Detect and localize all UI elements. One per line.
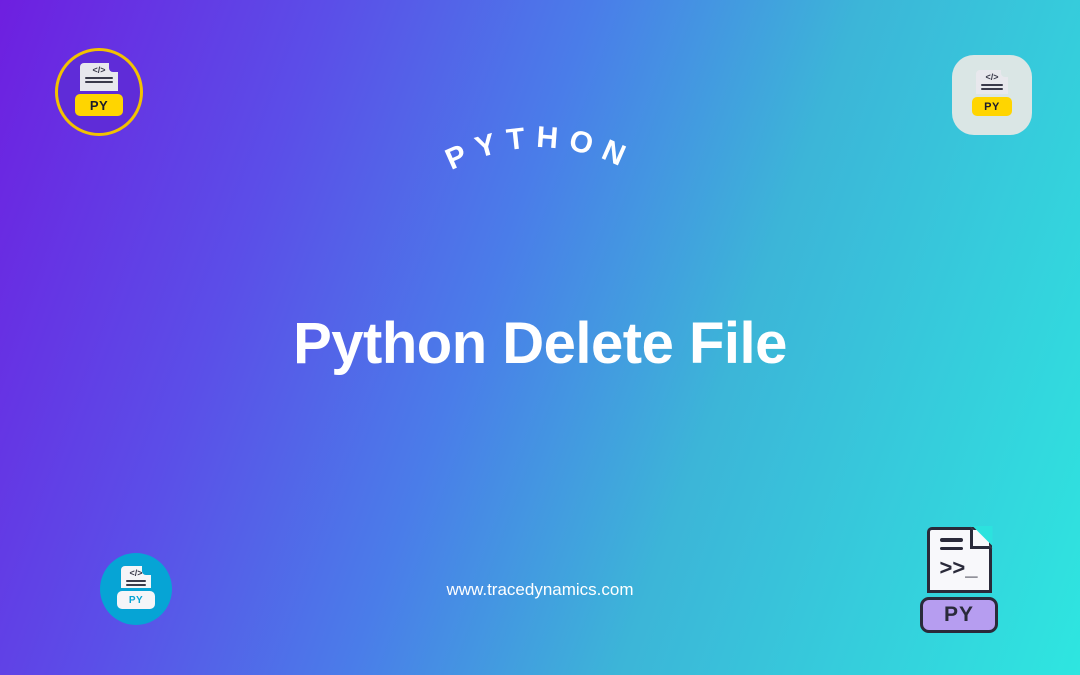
- svg-text:PYTHON: PYTHON: [441, 121, 640, 177]
- python-file-icon-circle-blue: </> PY: [100, 553, 172, 625]
- python-file-icon-circle-yellow: </> PY: [55, 48, 143, 136]
- category-label: PYTHON: [400, 95, 680, 215]
- file-icon: </> PY: [971, 70, 1013, 120]
- page-title: Python Delete File: [293, 310, 787, 377]
- py-label: PY: [920, 597, 998, 633]
- py-label: PY: [972, 97, 1012, 116]
- prompt-symbol: >>_: [940, 555, 979, 581]
- file-icon: </> PY: [116, 566, 156, 612]
- python-file-icon-rounded-square: </> PY: [952, 55, 1032, 135]
- py-label: PY: [117, 591, 155, 609]
- python-file-icon-purple: >>_ PY: [918, 527, 1000, 625]
- website-url: www.tracedynamics.com: [446, 580, 633, 600]
- py-label: PY: [75, 94, 123, 116]
- file-icon: </> PY: [74, 63, 124, 121]
